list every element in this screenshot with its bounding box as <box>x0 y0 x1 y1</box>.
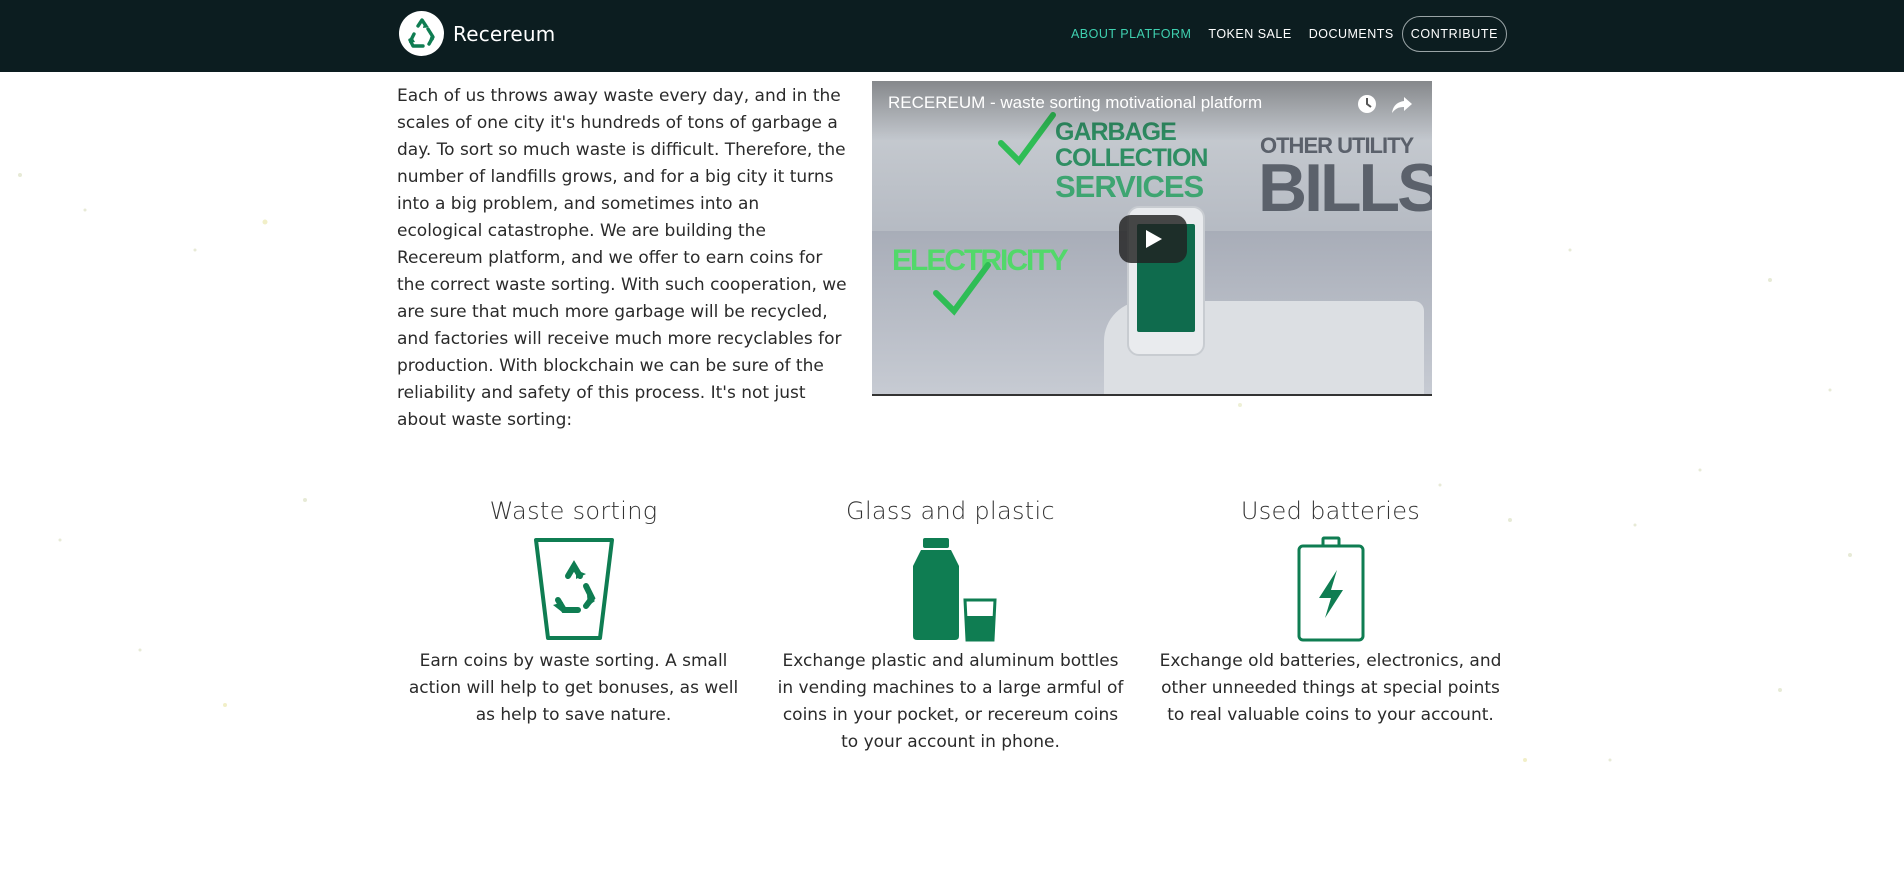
feature-glass-plastic: Glass and plastic Exchange plastic and a… <box>774 494 1127 756</box>
top-navbar: Recereum ABOUT PLATFORM TOKEN SALE DOCUM… <box>0 0 1904 72</box>
main-nav: ABOUT PLATFORM TOKEN SALE DOCUMENTS CONT… <box>1054 16 1507 52</box>
feature-title: Waste sorting <box>489 497 658 525</box>
recycle-logo-icon[interactable] <box>399 11 444 56</box>
share-arrow-icon[interactable] <box>1391 93 1413 115</box>
nav-token-sale[interactable]: TOKEN SALE <box>1208 27 1291 41</box>
feature-used-batteries: Used batteries Exchange old batteries, e… <box>1154 494 1507 729</box>
recycle-bin-icon <box>533 538 614 640</box>
feature-waste-sorting: Waste sorting Earn coins by waste sortin… <box>397 494 750 729</box>
play-icon <box>1146 230 1162 248</box>
checkmark-icon <box>933 262 991 316</box>
feature-description: Earn coins by waste sorting. A small act… <box>408 651 739 725</box>
video-scene-text: SERVICES <box>1055 169 1204 204</box>
play-button[interactable] <box>1119 215 1187 263</box>
battery-icon <box>1297 536 1364 642</box>
bottle-glass-icon <box>912 538 997 642</box>
features-section: Waste sorting Earn coins by waste sortin… <box>397 494 1505 764</box>
video-player[interactable]: GARBAGE COLLECTION SERVICES OTHER UTILIT… <box>872 81 1432 396</box>
nav-documents[interactable]: DOCUMENTS <box>1309 27 1394 41</box>
brand[interactable]: Recereum <box>399 11 555 56</box>
feature-description: Exchange plastic and aluminum bottles in… <box>777 651 1124 752</box>
clock-icon[interactable] <box>1356 93 1378 115</box>
contribute-button[interactable]: CONTRIBUTE <box>1401 16 1507 52</box>
nav-about-platform[interactable]: ABOUT PLATFORM <box>1071 27 1191 41</box>
brand-name[interactable]: Recereum <box>453 22 555 46</box>
video-scene-text: BILLS <box>1258 150 1432 226</box>
video-title[interactable]: RECEREUM - waste sorting motivational pl… <box>888 93 1262 113</box>
video-scene-text: COLLECTION <box>1055 144 1208 172</box>
intro-paragraph: Each of us throws away waste every day, … <box>397 86 847 430</box>
feature-title: Glass and plastic <box>846 497 1055 525</box>
feature-title: Used batteries <box>1240 497 1421 525</box>
feature-description: Exchange old batteries, electronics, and… <box>1159 651 1502 725</box>
